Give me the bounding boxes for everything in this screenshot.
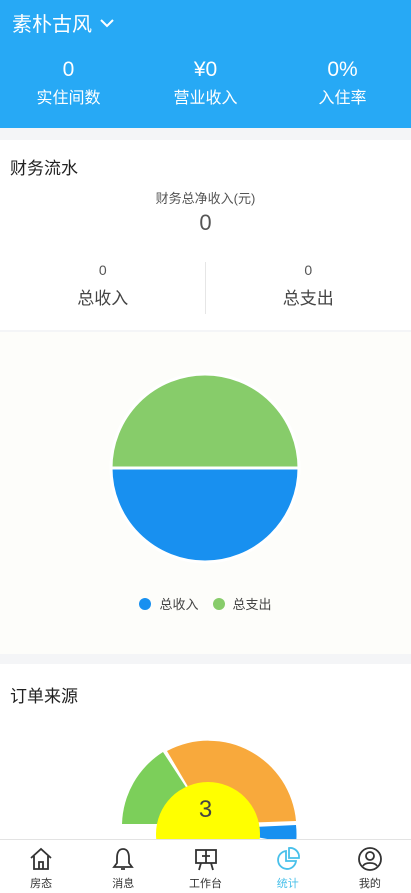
bottom-tab-bar: 房态 消息 工作台 统计 我的 bbox=[0, 839, 411, 893]
tab-label: 消息 bbox=[112, 878, 135, 890]
total-expense-label: 总支出 bbox=[282, 289, 334, 308]
order-count: 3 bbox=[198, 796, 213, 823]
finance-title: 财务流水 bbox=[10, 159, 78, 178]
legend-dot bbox=[139, 597, 152, 610]
kpi-rooms[interactable]: 0 实住间数 bbox=[0, 58, 137, 108]
legend-label: 总支出 bbox=[232, 597, 272, 612]
finance-card: 财务流水 财务总净收入(元) 0 0 总收入 0 总支出 bbox=[0, 140, 411, 330]
total-income-label: 总收入 bbox=[77, 289, 129, 308]
order-source-title: 订单来源 bbox=[10, 687, 78, 706]
legend-label: 总收入 bbox=[159, 597, 199, 612]
pie-chart-icon bbox=[276, 847, 300, 870]
hotel-name: 素朴古风 bbox=[12, 14, 92, 36]
tab-messages[interactable]: 消息 bbox=[82, 840, 164, 893]
kpi-value: ¥0 bbox=[193, 58, 218, 81]
total-expense-value: 0 bbox=[304, 262, 313, 278]
pie-slice-1[interactable] bbox=[109, 372, 301, 470]
legend-dot bbox=[212, 597, 225, 610]
board-icon bbox=[194, 849, 217, 871]
user-icon bbox=[358, 847, 382, 871]
kpi-label: 营业收入 bbox=[173, 90, 238, 107]
chevron-down-icon bbox=[100, 18, 114, 27]
net-income-label: 财务总净收入(元) bbox=[155, 191, 256, 206]
house-icon bbox=[30, 847, 52, 870]
pie-legend: 总收入 总支出 bbox=[0, 594, 411, 613]
kpi-value: 0 bbox=[62, 58, 75, 81]
tab-profile[interactable]: 我的 bbox=[329, 840, 411, 893]
hotel-selector[interactable]: 素朴古风 bbox=[12, 8, 116, 37]
kpi-row: 0 实住间数 ¥0 营业收入 0% 入住率 bbox=[0, 58, 411, 108]
order-source-card: 订单来源 3 bbox=[0, 664, 411, 839]
legend-item-income[interactable]: 总收入 bbox=[139, 594, 199, 613]
kpi-revenue[interactable]: ¥0 营业收入 bbox=[137, 58, 274, 108]
tab-room-status[interactable]: 房态 bbox=[0, 840, 82, 893]
bell-icon bbox=[112, 848, 135, 870]
header: 素朴古风 0 实住间数 ¥0 营业收入 0% 入住率 bbox=[0, 0, 411, 128]
tab-label: 统计 bbox=[276, 878, 299, 890]
net-income-value: 0 bbox=[199, 210, 212, 235]
finance-pie-card: 总收入 总支出 bbox=[0, 332, 411, 654]
kpi-label: 实住间数 bbox=[36, 90, 101, 107]
pie-slice-0[interactable] bbox=[109, 466, 301, 564]
legend-item-expense[interactable]: 总支出 bbox=[212, 594, 272, 613]
total-income[interactable]: 0 总收入 bbox=[0, 262, 206, 314]
tab-label: 工作台 bbox=[189, 878, 222, 890]
kpi-occupancy[interactable]: 0% 入住率 bbox=[274, 58, 411, 108]
tab-label: 房态 bbox=[30, 878, 53, 890]
kpi-value: 0% bbox=[327, 58, 358, 81]
total-income-value: 0 bbox=[98, 262, 107, 278]
tab-workbench[interactable]: 工作台 bbox=[164, 840, 246, 893]
divider bbox=[205, 262, 206, 314]
tab-label: 我的 bbox=[358, 878, 381, 890]
tab-statistics[interactable]: 统计 bbox=[247, 840, 329, 893]
finance-pie-chart bbox=[109, 372, 301, 564]
kpi-label: 入住率 bbox=[318, 90, 367, 107]
total-expense[interactable]: 0 总支出 bbox=[206, 262, 411, 314]
